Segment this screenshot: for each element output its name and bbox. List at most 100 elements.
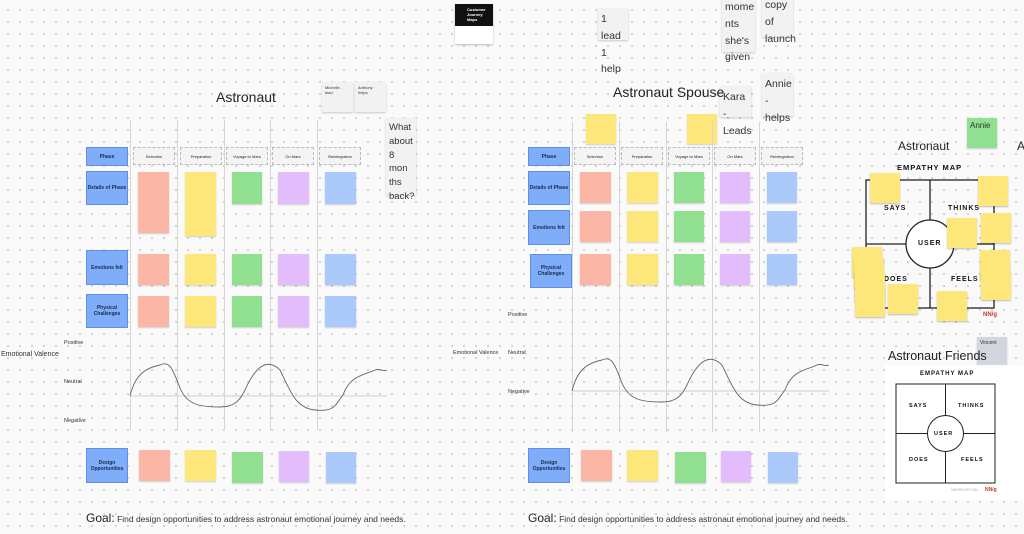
sticky-note[interactable]	[185, 254, 216, 285]
sticky-note[interactable]	[855, 287, 885, 317]
sticky-question[interactable]: What about 8 mon ths back?	[386, 118, 416, 202]
sticky-note[interactable]	[139, 450, 170, 481]
goal-label: Goal:	[86, 511, 115, 525]
valence-positive: Positive	[64, 340, 84, 346]
valence-label: Emotional Valence	[453, 350, 499, 356]
sticky-note[interactable]	[232, 254, 262, 285]
sticky-note[interactable]	[767, 254, 797, 285]
does-label: DOES	[884, 276, 908, 283]
sticky-note[interactable]	[981, 270, 1011, 300]
thinks-label: THINKS	[948, 205, 981, 212]
sticky-note[interactable]	[627, 172, 658, 203]
sticky-note[interactable]	[278, 254, 309, 285]
empathy-map-title: EMPATHY MAP	[920, 371, 975, 377]
phase-on-mars: On Mars	[272, 147, 314, 165]
sticky-note[interactable]	[720, 172, 750, 203]
row-phase: Phase	[528, 147, 570, 166]
sticky-note[interactable]	[326, 452, 356, 483]
emotion-curve	[571, 358, 830, 406]
phase-preparation: Preparation	[621, 147, 663, 165]
empathy2-title: Astronaut Friends	[888, 349, 987, 363]
row-emotions: Emotions felt	[86, 250, 128, 285]
phase-voyage: Voyage to Mars	[668, 147, 710, 165]
row-phase: Phase	[86, 147, 128, 166]
sticky-note[interactable]	[720, 254, 750, 285]
sticky-note[interactable]	[185, 205, 216, 236]
sticky-michelle[interactable]: Michelle - lead	[322, 82, 353, 112]
sticky-note[interactable]	[580, 254, 611, 285]
nng-logo: NN/g	[985, 487, 997, 493]
sticky-note[interactable]	[580, 172, 611, 203]
nng-logo: NN/g	[983, 312, 997, 318]
sticky-note[interactable]	[674, 211, 704, 242]
sticky-note[interactable]	[767, 211, 797, 242]
valence-positive: Positive	[508, 312, 528, 318]
emotion-curve	[129, 363, 388, 411]
sticky-annie-helps[interactable]: Annie - helps	[762, 73, 793, 124]
row-design: Design Opportunities	[86, 448, 128, 483]
goal-description: Find design opportunities to address ast…	[117, 514, 406, 524]
phase-on-mars: On Mars	[714, 147, 756, 165]
goal-label: Goal:	[528, 511, 557, 525]
sticky-note[interactable]	[675, 452, 706, 483]
row-emotions: Emotions felt	[528, 210, 570, 245]
valence-neutral: Neutral	[508, 350, 526, 356]
map1-title: Astronaut	[216, 89, 276, 105]
sticky-note[interactable]	[720, 211, 750, 242]
cut-title: A	[1017, 139, 1024, 153]
sticky-note[interactable]	[768, 452, 798, 483]
sticky-note[interactable]	[627, 254, 658, 285]
valence-label: Emotional Valence	[1, 351, 59, 358]
sticky-note[interactable]	[627, 211, 658, 242]
goal-text: Goal: Find design opportunities to addre…	[528, 511, 848, 525]
sticky-note[interactable]	[947, 218, 977, 248]
sticky-note[interactable]	[627, 450, 658, 481]
sticky-annie[interactable]: Annie	[967, 118, 997, 148]
sticky-note[interactable]	[674, 172, 704, 203]
sticky-note[interactable]	[232, 452, 263, 483]
feels-label: FEELS	[961, 457, 984, 463]
row-physical: Physical Challenges	[86, 294, 128, 328]
sticky-note[interactable]	[138, 296, 169, 327]
sticky-note[interactable]	[721, 451, 751, 482]
sticky-note[interactable]	[767, 172, 797, 203]
sticky-note[interactable]	[674, 254, 704, 285]
sticky-note[interactable]	[279, 451, 309, 482]
sticky-note[interactable]	[232, 296, 262, 327]
sticky-note[interactable]	[278, 172, 309, 204]
nng-footer: NNGROUP.COM	[951, 488, 978, 492]
sticky-note[interactable]	[325, 254, 356, 285]
sticky-note[interactable]	[937, 291, 967, 321]
sticky-note[interactable]	[185, 450, 216, 481]
phase-voyage: Voyage to Mars	[226, 147, 268, 165]
sticky-moments[interactable]: mome nts she's given	[722, 0, 755, 63]
sticky-note[interactable]	[888, 284, 918, 314]
valence-neutral: Neutral	[64, 379, 82, 385]
sticky-note[interactable]	[185, 296, 216, 327]
sticky-note[interactable]	[580, 211, 611, 242]
sticky-note[interactable]	[185, 172, 216, 205]
sticky-kara[interactable]: Kara - Leads	[720, 86, 752, 137]
sticky-anthony[interactable]: Anthony helps	[355, 82, 386, 112]
sticky-note[interactable]	[138, 254, 169, 285]
sticky-note[interactable]	[870, 173, 900, 203]
map2-title: Astronaut Spouse	[613, 84, 725, 100]
sticky-note[interactable]	[325, 172, 356, 204]
sticky-note[interactable]	[278, 296, 309, 327]
sticky-note[interactable]	[232, 172, 262, 204]
template-card[interactable]: Customer Journey Maps	[455, 4, 493, 44]
sticky-note[interactable]	[981, 213, 1011, 243]
sticky-note[interactable]	[978, 176, 1008, 206]
sticky-note[interactable]	[586, 114, 616, 144]
empathy1-title: Astronaut	[898, 139, 950, 153]
row-details: Details of Phase	[86, 171, 128, 205]
sticky-note[interactable]	[138, 172, 169, 233]
row-details: Details of Phase	[528, 171, 570, 205]
sticky-note[interactable]	[581, 450, 612, 481]
thinks-label: THINKS	[958, 403, 985, 409]
valence-negative: Negative	[508, 389, 530, 395]
sticky-lead-help[interactable]: 1 lead 1 help	[598, 8, 628, 75]
sticky-copy[interactable]: copy of launch	[762, 0, 796, 45]
sticky-note[interactable]	[325, 296, 356, 327]
row-design: Design Opportunities	[528, 448, 570, 483]
